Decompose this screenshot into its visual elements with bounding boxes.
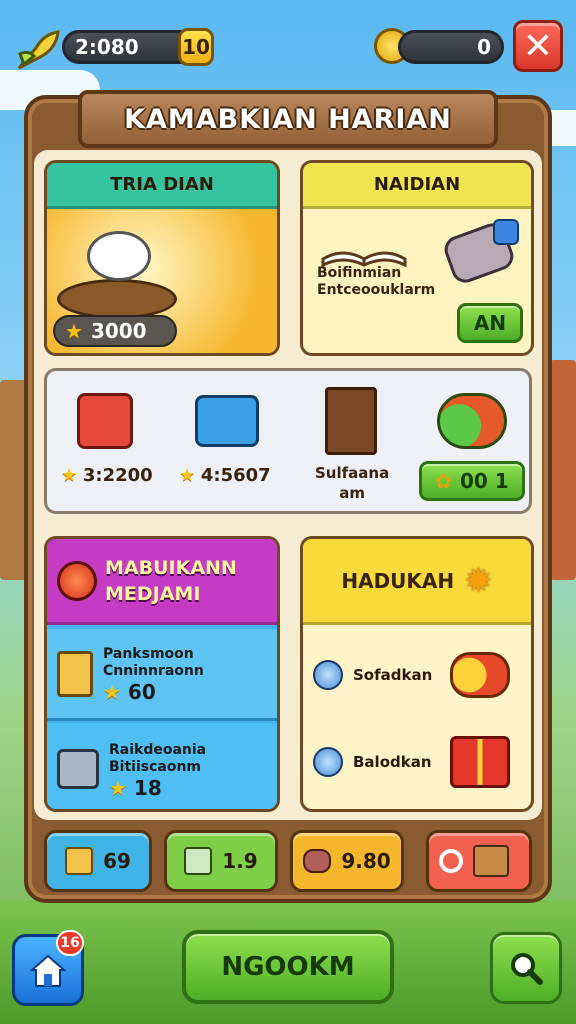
- meat-icon: [303, 849, 332, 873]
- wooden-door-icon[interactable]: [325, 387, 377, 455]
- star-fruit-icon: [450, 652, 511, 698]
- orb-icon: [313, 747, 343, 777]
- coin-small-icon: ✿: [435, 469, 453, 493]
- blue-crate-icon[interactable]: [195, 395, 259, 447]
- safe-icon: [184, 847, 213, 875]
- orb-icon: [313, 660, 343, 690]
- star-icon: ★: [61, 465, 78, 486]
- house-right: [550, 360, 576, 580]
- panel-hadukah-header: HADUKAH ✹: [303, 539, 531, 625]
- panel-tria-dian-header: TRIA DIAN: [47, 163, 277, 209]
- home-notification-badge: 16: [56, 930, 84, 956]
- red-basket-icon[interactable]: [77, 393, 133, 449]
- scroll-icon: [57, 650, 93, 697]
- close-button[interactable]: ✕: [513, 20, 563, 72]
- heart-ring-icon: [439, 849, 463, 873]
- list-item[interactable]: Sofadkan: [303, 635, 531, 715]
- list-item[interactable]: Raikdeoania Bitiiscaonm ★ 18: [47, 723, 277, 809]
- panel-naidian-button[interactable]: AN: [457, 303, 523, 343]
- wood-stump: [57, 279, 177, 319]
- panel-naidian-desc: Boifinmian Entceoouklarm: [317, 265, 436, 298]
- star-icon: ★: [103, 680, 121, 704]
- rabbit-icon: [87, 231, 151, 281]
- currency-right-value: 0: [477, 35, 491, 59]
- list-item[interactable]: Balodkan: [303, 717, 531, 807]
- bottom-card-2[interactable]: 1.9: [164, 830, 278, 892]
- fruit-pile-icon[interactable]: [437, 393, 507, 449]
- item-label-3: Sulfaana am: [315, 464, 390, 502]
- red-orb-icon: [57, 560, 97, 601]
- item-price-1: ★ 3:2200: [61, 465, 153, 486]
- page-title: KAMABKIAN HARIAN: [78, 90, 498, 148]
- bottom-card-4[interactable]: [426, 830, 532, 892]
- home-icon: [29, 954, 67, 987]
- panel-hadukah[interactable]: HADUKAH ✹ Sofadkan Balodkan: [300, 536, 534, 812]
- currency-left-value: 2:080: [75, 35, 139, 59]
- list-item[interactable]: Panksmoon Cnninnraonn ★ 60: [47, 629, 277, 721]
- tag-badge-icon: [493, 219, 519, 245]
- toolbox-icon: [57, 749, 99, 789]
- star-icon: ★: [65, 319, 83, 343]
- search-icon: [511, 953, 543, 985]
- crate-icon: [65, 847, 94, 875]
- panel-tria-dian[interactable]: TRIA DIAN ★ 3000: [44, 160, 280, 356]
- currency-left-badge-value: 10: [182, 35, 210, 59]
- currency-right-pill: 0: [398, 30, 504, 64]
- main-action-button[interactable]: NGOOKM: [182, 930, 394, 1004]
- sun-icon: ✹: [464, 560, 493, 601]
- search-button[interactable]: [490, 932, 562, 1004]
- panel-mabuikann[interactable]: MABUIKANN MEDJAMI Panksmoon Cnninnraonn …: [44, 536, 280, 812]
- package-icon: [473, 845, 509, 877]
- panel-naidian[interactable]: NAIDIAN Boifinmian Entceoouklarm AN: [300, 160, 534, 356]
- star-icon: ★: [109, 775, 127, 800]
- panel-mabuikann-header: MABUIKANN MEDJAMI: [47, 539, 277, 625]
- price-value: 3000: [90, 319, 147, 343]
- leaf-icon: [14, 26, 64, 74]
- star-icon: ★: [179, 465, 196, 486]
- panel-items-row: ★ 3:2200 ★ 4:5607 Sulfaana am ✿ 00 1: [44, 368, 532, 514]
- close-icon: ✕: [522, 25, 554, 67]
- bottom-card-1[interactable]: 69: [44, 830, 152, 892]
- bottom-card-3[interactable]: 9.80: [290, 830, 404, 892]
- gift-box-icon: [449, 736, 510, 788]
- price-tag: ★ 3000: [53, 315, 177, 347]
- panel-naidian-header: NAIDIAN: [303, 163, 531, 209]
- currency-left-badge[interactable]: 10: [178, 28, 214, 66]
- item-price-2: ★ 4:5607: [179, 465, 271, 486]
- fruit-badge-button[interactable]: ✿ 00 1: [419, 461, 525, 501]
